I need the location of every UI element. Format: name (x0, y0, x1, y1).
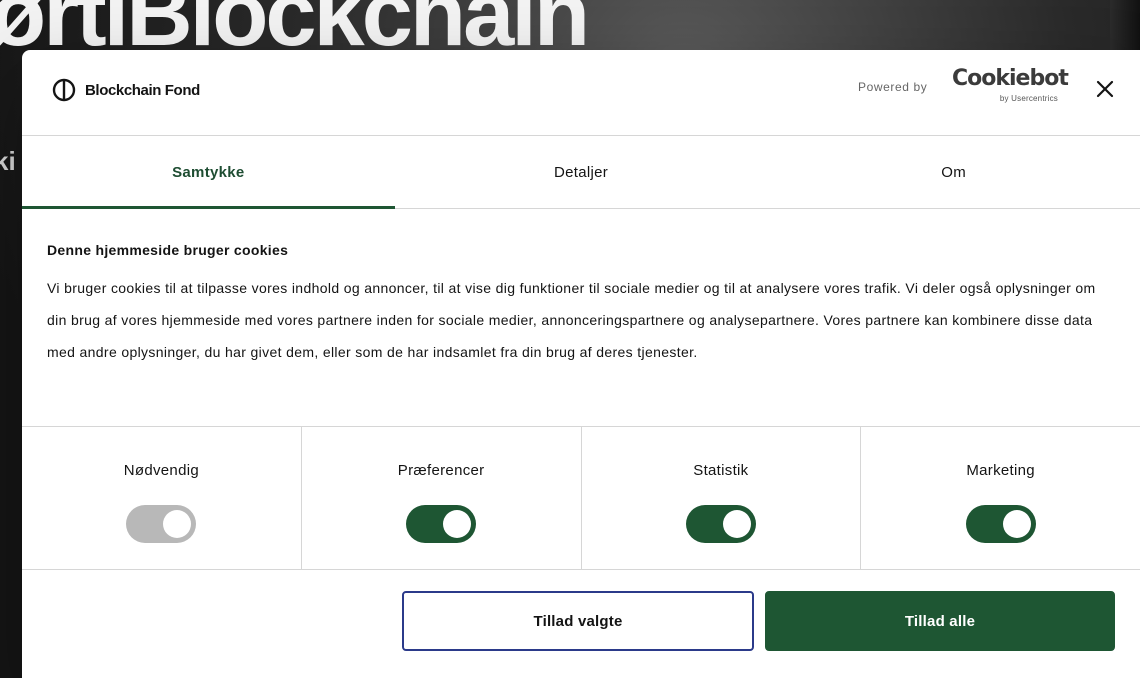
category-label: Statistik (693, 462, 749, 479)
cookiebot-logo[interactable]: Cookiebot by Usercentrics (952, 66, 1069, 106)
toggle-knob (163, 510, 192, 538)
tab-detaljer[interactable]: Detaljer (395, 136, 768, 208)
category-nodvendig: Nødvendig (22, 427, 302, 569)
toggle-nodvendig (126, 505, 197, 543)
blockchain-fond-logo-icon (52, 78, 76, 102)
category-label: Marketing (966, 462, 1035, 479)
cookiebot-byline: by Usercentrics (999, 94, 1058, 103)
dialog-footer: Tillad valgte Tillad alle (22, 570, 1140, 678)
toggle-knob (722, 510, 751, 538)
toggle-statistik[interactable] (685, 505, 756, 543)
category-statistik: Statistik (582, 427, 862, 569)
toggle-knob (443, 510, 472, 538)
cookie-consent-dialog: Blockchain Fond Powered by Cookiebot by … (22, 50, 1140, 678)
content-text: Vi bruger cookies til at tilpasse vores … (47, 280, 1096, 360)
consent-content: Denne hjemmeside bruger cookies Vi bruge… (47, 242, 1117, 368)
category-label: Præferencer (397, 462, 485, 479)
allow-selected-button[interactable]: Tillad valgte (402, 591, 754, 651)
tab-samtykke[interactable]: Samtykke (22, 136, 395, 209)
category-label: Nødvendig (123, 462, 199, 479)
brand: Blockchain Fond (52, 77, 200, 103)
powered-by-label: Powered by (858, 80, 928, 94)
consent-tabs: Samtykke Detaljer Om (22, 136, 1140, 209)
dialog-header: Blockchain Fond Powered by Cookiebot by … (22, 50, 1140, 136)
cookie-categories: Nødvendig Præferencer Statistik Marketin… (22, 426, 1140, 570)
tab-om[interactable]: Om (767, 136, 1140, 208)
content-title: Denne hjemmeside bruger cookies (47, 242, 289, 258)
allow-all-button[interactable]: Tillad alle (765, 591, 1115, 651)
brand-name: Blockchain Fond (85, 81, 200, 99)
cookiebot-wordmark: Cookiebot (952, 66, 1069, 91)
toggle-marketing[interactable] (965, 505, 1036, 543)
toggle-knob (1002, 510, 1031, 538)
close-icon (1096, 80, 1114, 98)
close-button[interactable] (1091, 75, 1119, 103)
category-marketing: Marketing (861, 427, 1140, 569)
category-praeferencer: Præferencer (302, 427, 582, 569)
background-subtext: ki (0, 146, 16, 176)
toggle-praeferencer[interactable] (406, 505, 477, 543)
